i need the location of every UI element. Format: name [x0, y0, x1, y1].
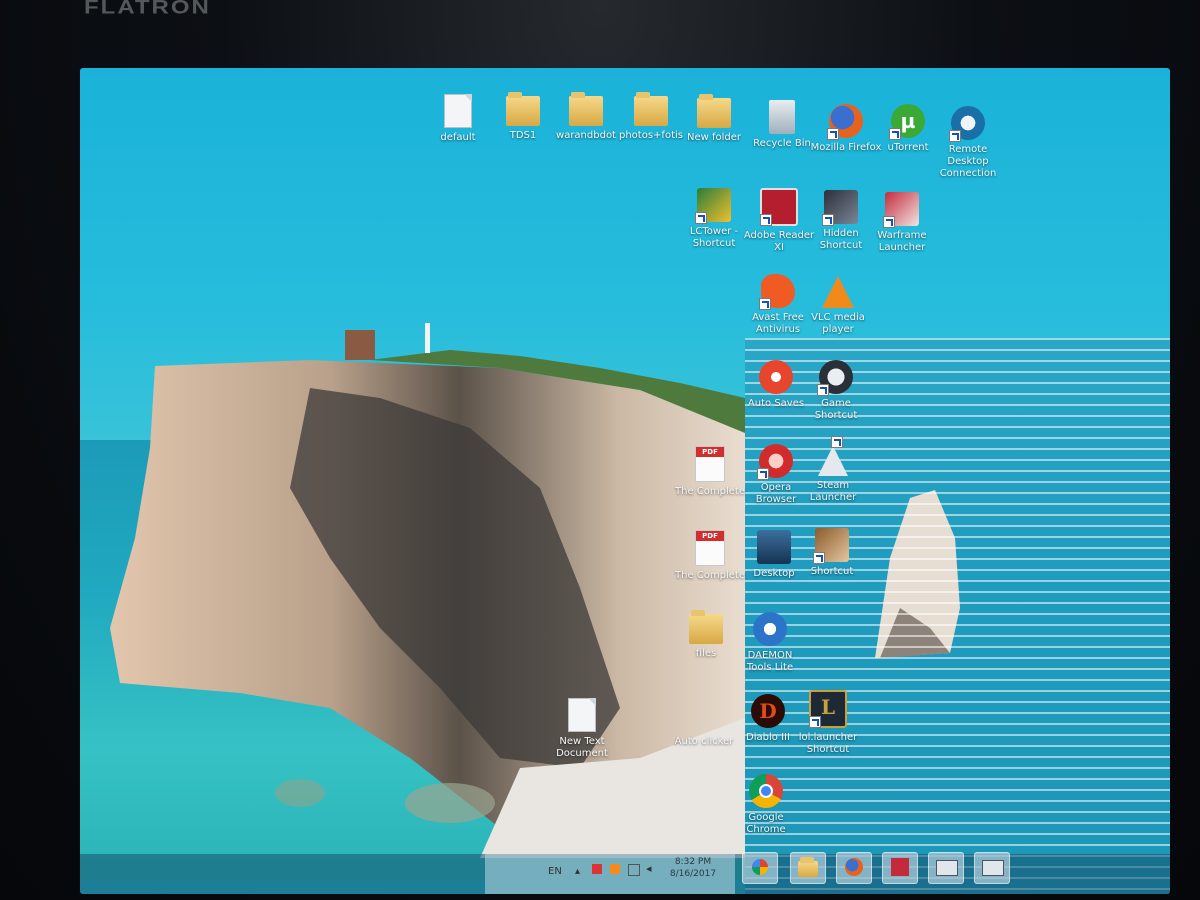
- tray-chevron-icon[interactable]: ▴: [575, 866, 580, 877]
- window-icon: [982, 860, 1004, 876]
- monitor-brand-logo: FLATRON: [84, 0, 211, 19]
- recycle-bin-icon: [769, 100, 795, 134]
- folder-icon: [798, 857, 818, 877]
- desktop-icon-remote-desktop[interactable]: Remote Desktop Connection: [932, 106, 1004, 180]
- desktop-screen: [80, 68, 1170, 894]
- desktop-icon-steam[interactable]: Steam Launcher: [797, 436, 869, 504]
- desktop-icon-files-folder[interactable]: files: [670, 610, 742, 660]
- taskbar-warframe-button[interactable]: [882, 852, 918, 884]
- desktop-icon-lol-launcher[interactable]: L lol.launcher Shortcut: [792, 690, 864, 756]
- text-document-icon: [568, 698, 596, 732]
- desktop-icon-auto-clicker[interactable]: Auto clicker: [668, 698, 740, 748]
- taskbar-firefox-button[interactable]: [836, 852, 872, 884]
- warframe-icon: [883, 192, 919, 228]
- diablo-icon: D: [751, 694, 785, 728]
- lol-launcher-icon: L: [809, 690, 847, 728]
- folder-icon: [506, 92, 540, 126]
- desktop-icon-lctower[interactable]: LCTower - Shortcut: [678, 188, 750, 250]
- desktop-icon-new-folder[interactable]: New folder: [678, 94, 750, 144]
- avast-icon: [759, 274, 795, 310]
- pdf-file-icon: PDF: [695, 446, 725, 482]
- vlc-icon: [822, 276, 854, 308]
- warframe-icon: [891, 858, 909, 876]
- shortcut-icon: [813, 528, 849, 564]
- desktop-icon-warframe[interactable]: Warframe Launcher: [866, 192, 938, 254]
- opera-icon: [757, 444, 793, 480]
- desktop-icon-pdf-1[interactable]: PDF The Complete: [674, 446, 746, 498]
- desktop-icon-daemon-tools[interactable]: DAEMON Tools Lite: [734, 612, 806, 674]
- language-indicator[interactable]: EN: [548, 866, 562, 877]
- pdf-file-icon: PDF: [695, 530, 725, 566]
- taskbar-start-button[interactable]: [742, 852, 778, 884]
- taskbar-window-button-1[interactable]: [928, 852, 964, 884]
- desktop-shortcut-icon: [757, 530, 791, 564]
- lctower-icon: [695, 188, 731, 224]
- desktop-icon-tds[interactable]: TDS1: [487, 92, 559, 142]
- folder-icon: [697, 94, 731, 128]
- desktop-icon-new-text-document[interactable]: New Text Document: [546, 698, 618, 760]
- desktop-icon-pdf-2[interactable]: PDF The Complete: [674, 530, 746, 582]
- desktop-icon-photos[interactable]: photos+fotis: [615, 92, 687, 142]
- document-icon: [444, 94, 472, 128]
- remote-desktop-icon: [949, 106, 985, 142]
- utorrent-icon: µ: [889, 104, 925, 140]
- desktop-icon-warandbdot[interactable]: warandbdot: [550, 92, 622, 142]
- windows-logo-icon: [752, 859, 768, 875]
- window-icon: [936, 860, 958, 876]
- clock-time: 8:32 PM: [674, 857, 712, 867]
- clock-date: 8/16/2017: [669, 869, 717, 879]
- game-shortcut-icon: [817, 360, 853, 396]
- adobe-reader-icon: [760, 188, 798, 226]
- steam-icon: [818, 436, 848, 476]
- tray-avast-icon[interactable]: [610, 864, 620, 874]
- firefox-icon: [845, 858, 863, 876]
- firefox-icon: [827, 104, 863, 140]
- taskbar-window-button-2[interactable]: [974, 852, 1010, 884]
- chrome-icon: [749, 774, 783, 808]
- desktop-icon-game[interactable]: Game Shortcut: [800, 360, 872, 422]
- game-icon: [822, 190, 858, 226]
- auto-clicker-icon: [687, 698, 721, 732]
- desktop-icon-shortcut[interactable]: Shortcut: [796, 528, 868, 578]
- desktop-icon-default[interactable]: default: [422, 94, 494, 144]
- folder-icon: [569, 92, 603, 126]
- folder-icon: [634, 92, 668, 126]
- taskbar-clock[interactable]: 8:32 PM 8/16/2017: [668, 856, 718, 880]
- tray-volume-icon[interactable]: ◂: [646, 862, 652, 875]
- tray-flag-icon[interactable]: [592, 864, 602, 874]
- taskbar-explorer-button[interactable]: [790, 852, 826, 884]
- folder-icon: [689, 610, 723, 644]
- desktop-icon-vlc[interactable]: VLC media player: [802, 276, 874, 336]
- desktop-icon-google-chrome[interactable]: Google Chrome: [730, 774, 802, 836]
- tray-network-icon[interactable]: [628, 864, 640, 876]
- autosaves-icon: [759, 360, 793, 394]
- daemon-tools-icon: [753, 612, 787, 646]
- desktop-icon-recycle-bin[interactable]: Recycle Bin: [746, 100, 818, 150]
